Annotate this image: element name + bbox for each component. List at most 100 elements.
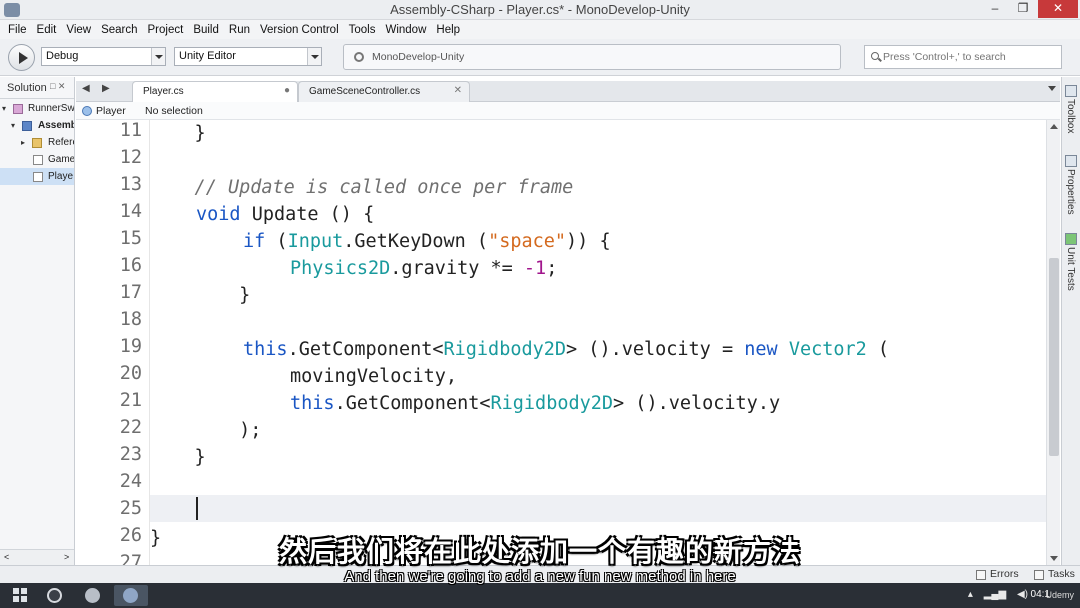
type-name: Rigidbody2D bbox=[490, 393, 614, 414]
dock-label: Unit Tests bbox=[1065, 247, 1076, 291]
code-line-17: } bbox=[150, 285, 251, 306]
breadcrumb-member[interactable]: No selection bbox=[145, 105, 203, 117]
keyword: this bbox=[290, 393, 335, 414]
dock-toolbox[interactable]: Toolbox bbox=[1064, 85, 1079, 133]
code-line-14: void Update () { bbox=[196, 201, 374, 228]
keyword: this bbox=[243, 339, 288, 360]
solution-icon bbox=[13, 104, 23, 114]
tree-item-references[interactable]: ▸ Refere bbox=[0, 134, 74, 151]
comment: // Update is called once per frame bbox=[150, 177, 574, 198]
menu-window[interactable]: Window bbox=[380, 24, 431, 36]
line-number: 25 bbox=[119, 498, 142, 519]
tree-item-game-scene-controller[interactable]: Game bbox=[0, 151, 74, 168]
tab-back-icon[interactable]: ◀ bbox=[82, 83, 90, 94]
menu-help[interactable]: Help bbox=[431, 24, 465, 36]
solution-pad-title: Solution bbox=[7, 82, 47, 94]
taskbar: ▴ ▂▄▆ ◀) 04:1 Udemy bbox=[0, 583, 1080, 608]
menu-search[interactable]: Search bbox=[96, 24, 142, 36]
dock-unit-tests[interactable]: Unit Tests bbox=[1064, 233, 1079, 291]
maximize-button[interactable]: ❐ bbox=[1010, 0, 1036, 18]
class-icon bbox=[82, 106, 92, 116]
menu-version-control[interactable]: Version Control bbox=[255, 24, 344, 36]
run-target-select[interactable]: Unity Editor bbox=[174, 47, 322, 66]
configuration-select[interactable]: Debug bbox=[41, 47, 166, 66]
tray-overflow-icon[interactable]: ▴ bbox=[968, 589, 973, 600]
expand-arrow-icon[interactable]: ▸ bbox=[21, 134, 25, 151]
start-button[interactable] bbox=[4, 585, 38, 606]
file-icon bbox=[33, 155, 43, 165]
tab-forward-icon[interactable]: ▶ bbox=[102, 83, 110, 94]
tree-item-assembly[interactable]: ▾ Assemb bbox=[0, 117, 74, 134]
close-icon[interactable]: ✕ bbox=[454, 85, 462, 96]
scrollbar-thumb[interactable] bbox=[1049, 258, 1059, 456]
pad-window-buttons[interactable]: □ ✕ bbox=[50, 81, 65, 92]
code-editor[interactable]: } // Update is called once per frame voi… bbox=[150, 120, 1045, 565]
close-button[interactable]: ✕ bbox=[1038, 0, 1078, 18]
search-input[interactable] bbox=[883, 49, 1058, 65]
taskbar-unity[interactable] bbox=[38, 585, 72, 606]
tree-item-label: Game bbox=[48, 154, 75, 165]
tree-item-solution[interactable]: ▾ RunnerSw bbox=[0, 100, 74, 117]
taskbar-monodevelop[interactable] bbox=[114, 585, 148, 606]
tree-item-player[interactable]: Playe bbox=[0, 168, 74, 185]
code-text: .GetComponent< bbox=[334, 393, 491, 414]
expand-arrow-icon[interactable]: ▾ bbox=[11, 117, 15, 134]
tree-item-label: Assemb bbox=[38, 120, 75, 131]
breadcrumb-class[interactable]: Player bbox=[96, 105, 126, 117]
tree-item-label: RunnerSw bbox=[28, 103, 75, 114]
line-number: 24 bbox=[119, 471, 142, 492]
code-line-13: // Update is called once per frame bbox=[150, 174, 574, 201]
keyword: void bbox=[196, 204, 241, 225]
expand-arrow-icon[interactable]: ▾ bbox=[2, 100, 6, 117]
network-icon[interactable]: ▂▄▆ bbox=[984, 589, 1006, 600]
subtitle-chinese: 然后我们将在此处添加一个有趣的新方法 bbox=[278, 535, 801, 568]
minimize-button[interactable]: – bbox=[982, 0, 1008, 18]
editor-tab-bar: ◀ ▶ Player.cs ● GameSceneController.cs ✕ bbox=[76, 81, 1060, 102]
code-line-15: if (Input.GetKeyDown ("space")) { bbox=[243, 228, 611, 255]
search-box[interactable] bbox=[864, 45, 1062, 69]
tree-item-label: Refere bbox=[48, 137, 74, 148]
status-panel: MonoDevelop-Unity bbox=[343, 44, 841, 70]
code-text: ; bbox=[546, 258, 558, 279]
system-tray: ▴ ▂▄▆ ◀) bbox=[960, 589, 1028, 600]
modified-dot-icon[interactable]: ● bbox=[284, 85, 290, 96]
menu-run[interactable]: Run bbox=[224, 24, 255, 36]
code-text: > ().velocity.y bbox=[613, 393, 781, 414]
right-dock: Toolbox Properties Unit Tests bbox=[1061, 77, 1080, 565]
editor-vertical-scrollbar[interactable] bbox=[1046, 120, 1060, 565]
menu-bar: File Edit View Search Project Build Run … bbox=[0, 20, 1080, 39]
line-number: 20 bbox=[119, 363, 142, 384]
menu-file[interactable]: File bbox=[3, 24, 32, 36]
line-number: 11 bbox=[119, 120, 142, 141]
dock-properties[interactable]: Properties bbox=[1064, 155, 1079, 215]
toolbar: Debug Unity Editor MonoDevelop-Unity bbox=[0, 39, 1080, 76]
configuration-value: Debug bbox=[46, 50, 79, 62]
run-button[interactable] bbox=[8, 44, 35, 71]
file-icon bbox=[33, 172, 43, 182]
scroll-up-icon[interactable] bbox=[1050, 124, 1058, 129]
line-number: 13 bbox=[119, 174, 142, 195]
breadcrumb: Player No selection bbox=[76, 102, 1060, 120]
menu-view[interactable]: View bbox=[61, 24, 96, 36]
keyword: new bbox=[744, 339, 778, 360]
menu-project[interactable]: Project bbox=[143, 24, 189, 36]
menu-build[interactable]: Build bbox=[188, 24, 224, 36]
tab-game-scene-controller-cs[interactable]: GameSceneController.cs ✕ bbox=[298, 81, 470, 102]
window-title: Assembly-CSharp - Player.cs* - MonoDevel… bbox=[390, 2, 690, 17]
monodevelop-icon bbox=[123, 588, 138, 603]
code-text: .GetKeyDown ( bbox=[343, 231, 489, 252]
dock-label: Properties bbox=[1065, 169, 1076, 215]
menu-tools[interactable]: Tools bbox=[344, 24, 381, 36]
title-bar: Assembly-CSharp - Player.cs* - MonoDevel… bbox=[0, 0, 1080, 20]
code-text: ( bbox=[866, 339, 890, 360]
unity-icon bbox=[47, 588, 62, 603]
volume-icon[interactable]: ◀) bbox=[1017, 589, 1028, 600]
tab-label: Player.cs bbox=[143, 86, 184, 97]
code-text: )) { bbox=[566, 231, 611, 252]
tab-player-cs[interactable]: Player.cs ● bbox=[132, 81, 298, 102]
tab-list-chevron-icon[interactable] bbox=[1048, 86, 1056, 91]
menu-edit[interactable]: Edit bbox=[32, 24, 62, 36]
type-name: Rigidbody2D bbox=[443, 339, 567, 360]
taskbar-media[interactable] bbox=[76, 585, 110, 606]
